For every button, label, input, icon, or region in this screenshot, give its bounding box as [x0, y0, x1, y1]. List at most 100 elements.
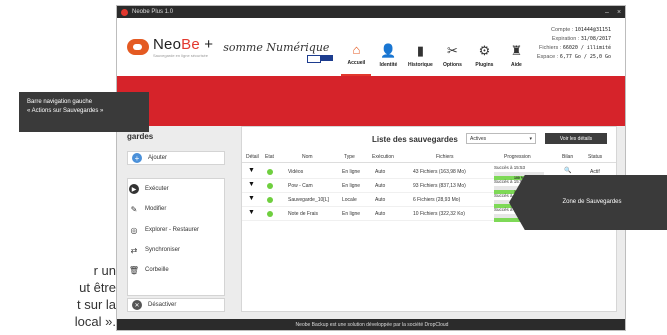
status-dot-icon — [267, 183, 273, 189]
toolbar-options[interactable]: ✂ Options — [437, 43, 467, 76]
col-header: Exécution — [372, 154, 394, 160]
sidebar: gardes + Ajouter ▶ Exécuter ✎ Modifier ◎… — [117, 126, 229, 316]
explore-icon: ◎ — [130, 225, 138, 235]
close-button[interactable]: × — [613, 9, 625, 16]
sidebar-item-label: Modifier — [145, 206, 167, 212]
backup-files: 10 Fichiers (322,32 Ko) — [413, 211, 465, 217]
trash-icon: 🗑 — [128, 265, 140, 275]
sidebar-item-synchroniser[interactable]: ⇄ Synchroniser — [129, 243, 225, 257]
main-toolbar: ⌂ Accueil 👤 Identité ▮ Historique ✂ Opti… — [341, 18, 533, 76]
side-caption-line: r un — [93, 263, 116, 278]
expand-triangle-icon[interactable]: ▼ — [248, 167, 255, 174]
col-header: Status — [588, 154, 603, 160]
chevron-down-icon: ▾ — [529, 136, 532, 142]
brand-name: NeoBe + — [153, 36, 214, 53]
backup-exec: Auto — [375, 169, 386, 175]
callout-backups-zone: Zone de Sauvegardes — [509, 175, 667, 230]
screenshot-stage: r un ut être t sur la local ». Neobe Plu… — [0, 0, 667, 335]
backup-exec: Auto — [375, 211, 386, 217]
col-header: Détail — [246, 154, 259, 160]
backup-files: 6 Fichiers (28,93 Mo) — [413, 197, 461, 203]
brand-tagline: Sauvegarde en ligne sécurisée — [153, 53, 208, 58]
app-header: NeoBe + Sauvegarde en ligne sécurisée so… — [117, 18, 625, 76]
expand-triangle-icon[interactable]: ▼ — [248, 181, 255, 188]
backup-files: 93 Fichiers (837,13 Mo) — [413, 183, 466, 189]
callout-line: Barre navigation gauche — [27, 99, 93, 105]
col-header: Nom — [302, 154, 313, 160]
play-icon: ▶ — [129, 184, 139, 194]
sidebar-item-corbeille[interactable]: 🗑 Corbeille — [129, 263, 225, 277]
red-banner — [117, 76, 625, 126]
sidebar-item-label: Explorer - Restaurer — [145, 227, 200, 233]
col-header: Bilan — [562, 154, 574, 160]
table-header: Détail Etat Nom Type Exécution Fichiers … — [242, 154, 616, 163]
help-icon: ♜ — [510, 43, 523, 58]
plus-icon: + — [132, 153, 142, 163]
toolbar-label: Options — [442, 62, 462, 68]
toolbar-label: Accueil — [347, 60, 366, 66]
minimize-button[interactable]: – — [601, 9, 613, 16]
status-dot-icon — [267, 211, 273, 217]
sync-icon: ⇄ — [130, 245, 138, 255]
backup-type: En ligne — [342, 211, 361, 217]
sidebar-item-label: Corbeille — [145, 267, 169, 273]
callout-line: « Actions sur Sauvegardes » — [27, 108, 104, 114]
backup-files: 43 Fichiers (163,98 Mo) — [413, 169, 466, 175]
callout-text: Zone de Sauvegardes — [562, 199, 622, 205]
user-icon: 👤 — [380, 43, 397, 58]
add-backup-label: Ajouter — [148, 155, 168, 161]
brand-logo: NeoBe + Sauvegarde en ligne sécurisée — [127, 36, 213, 58]
window-title: Neobe Plus 1.0 — [132, 9, 174, 15]
app-window: Neobe Plus 1.0 – × NeoBe + Sauvegarde en… — [116, 5, 626, 331]
toolbar-identite[interactable]: 👤 Identité — [373, 43, 403, 76]
partner-logo: somme Numérique — [223, 41, 334, 63]
close-circle-icon: ✕ — [132, 300, 142, 310]
view-details-button[interactable]: Voir les détails — [545, 133, 607, 144]
home-icon: ⌂ — [352, 41, 361, 57]
space-value: 6,77 Go / 25,0 Go — [559, 54, 611, 60]
progress-text: Succès à 15:53 — [494, 165, 526, 170]
toolbar-accueil[interactable]: ⌂ Accueil — [341, 41, 372, 76]
expand-triangle-icon[interactable]: ▼ — [248, 195, 255, 202]
account-info: Compte : 101444@31151 Expiration : 31/08… — [537, 26, 611, 62]
expand-triangle-icon[interactable]: ▼ — [248, 209, 255, 216]
backup-type: En ligne — [342, 169, 361, 175]
panel-title: Liste des sauvegardes — [372, 135, 458, 144]
pencil-icon: ✎ — [130, 204, 138, 214]
expiration-label: Expiration : — [551, 36, 580, 42]
backup-type: En ligne — [342, 183, 361, 189]
side-caption-line: local ». — [74, 314, 116, 329]
sidebar-item-label: Synchroniser — [145, 247, 181, 253]
backup-filter-select[interactable]: Actives ▾ — [466, 133, 536, 144]
plugins-icon: ⚙ — [478, 43, 491, 58]
toolbar-aide[interactable]: ♜ Aide — [501, 43, 531, 76]
backup-exec: Auto — [375, 183, 386, 189]
add-backup-button[interactable]: + Ajouter — [127, 151, 225, 165]
sidebar-item-modifier[interactable]: ✎ Modifier — [129, 202, 225, 216]
sidebar-item-executer[interactable]: ▶ Exécuter — [129, 182, 225, 196]
toolbar-label: Identité — [379, 62, 398, 68]
side-caption-line: t sur la — [76, 297, 116, 312]
backup-name: Note de Frais — [288, 211, 319, 217]
cloud-logo-icon — [127, 39, 149, 55]
backup-status: Actif — [590, 169, 600, 175]
toolbar-historique[interactable]: ▮ Historique — [405, 43, 435, 76]
side-caption: r un ut être t sur la local ». — [40, 262, 116, 330]
tools-icon: ✂ — [446, 43, 458, 58]
account-label: Compte : — [551, 27, 574, 33]
backup-exec: Auto — [375, 197, 386, 203]
account-value: 101444@31151 — [574, 27, 611, 33]
backup-type: Locale — [342, 197, 357, 203]
deactivate-button[interactable]: ✕ Désactiver — [127, 298, 225, 312]
callout-sidebar: Barre navigation gauche « Actions sur Sa… — [19, 92, 149, 132]
status-dot-icon — [267, 169, 273, 175]
col-header: Type — [344, 154, 355, 160]
col-header: Fichiers — [436, 154, 454, 160]
toolbar-plugins[interactable]: ⚙ Plugins — [469, 43, 499, 76]
search-icon[interactable]: 🔍 — [564, 167, 571, 174]
backup-name: Sauvegarde_10[L] — [288, 197, 329, 203]
sidebar-item-explorer[interactable]: ◎ Explorer - Restaurer — [129, 223, 225, 237]
space-label: Espace : — [536, 54, 559, 60]
col-header: Progression — [504, 154, 531, 160]
files-label: Fichiers : — [538, 45, 562, 51]
